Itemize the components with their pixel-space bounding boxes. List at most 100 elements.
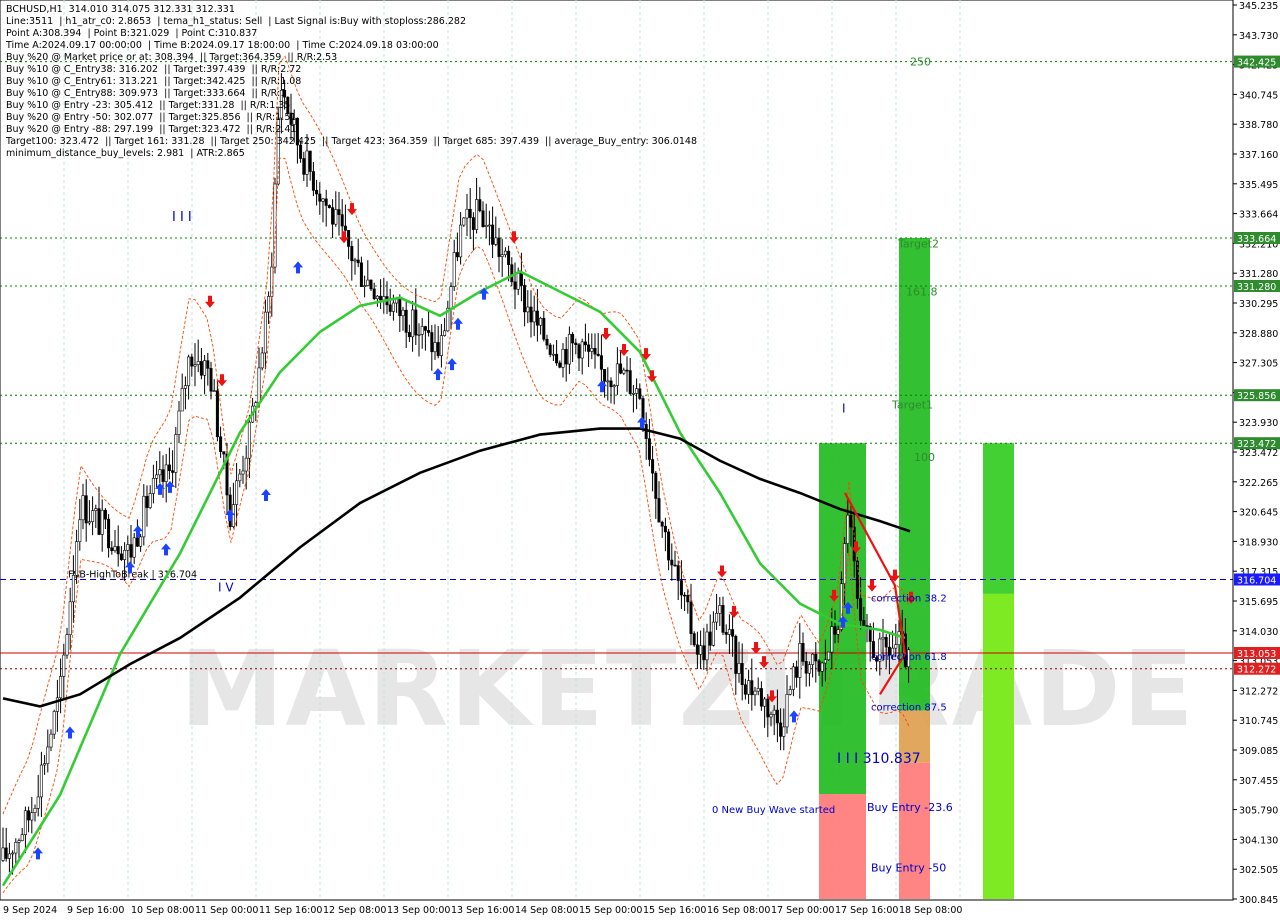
candle-body [865, 625, 869, 627]
candle-body [388, 304, 392, 312]
candle-body [491, 224, 495, 245]
candle-body [62, 654, 66, 677]
candle-body [743, 684, 747, 695]
x-tick-label: 13 Sep 00:00 [387, 905, 450, 916]
candle-body [164, 464, 168, 482]
y-tick-label: 315.695 [1239, 597, 1278, 608]
candle-body [212, 390, 216, 392]
candle-body [119, 553, 123, 560]
candle-body [750, 680, 754, 696]
info-line: Buy %20 @ Entry -50: 302.077 || Target:3… [6, 112, 297, 123]
x-tick-label: 11 Sep 16:00 [259, 905, 322, 916]
candle-body [430, 332, 434, 353]
watermark: MARKETZITRADE [180, 628, 1196, 750]
candle-body [244, 457, 248, 472]
candle-body [702, 645, 706, 661]
candle-body [139, 536, 143, 547]
candle-body [894, 644, 898, 649]
y-tick-label: 337.160 [1239, 150, 1278, 161]
candle-body [78, 519, 82, 542]
candle-body [126, 544, 130, 551]
candle-body [206, 360, 210, 369]
candle-body [526, 306, 530, 313]
x-tick-label: 10 Sep 08:00 [131, 905, 194, 916]
x-tick-label: 11 Sep 00:00 [195, 905, 258, 916]
candle-body [158, 469, 162, 476]
candle-body [68, 601, 72, 635]
candle-body [775, 709, 779, 724]
candle-body [417, 334, 421, 336]
candle-body [503, 250, 507, 256]
candle-body [222, 451, 226, 455]
candle-body [116, 546, 120, 555]
candle-body [327, 205, 331, 208]
candle-body [404, 309, 408, 333]
candle-body [449, 286, 453, 309]
candle-body [587, 344, 591, 352]
candle-body [551, 353, 555, 356]
candle-body [596, 353, 600, 356]
candle-body [676, 565, 680, 581]
candle-body [132, 537, 136, 558]
y-tick-label: 323.930 [1239, 418, 1278, 429]
candle-body [363, 285, 367, 287]
info-line: minimum_distance_buy_levels: 2.981 | ATR… [6, 148, 245, 159]
y-tick-label: 310.745 [1239, 716, 1278, 727]
candle-body [123, 549, 127, 560]
candle-body [151, 478, 155, 494]
candle-body [817, 660, 821, 672]
price-badge-label: 342.425 [1237, 58, 1276, 69]
candle-body [455, 252, 459, 258]
candle-body [580, 341, 584, 359]
candle-body [542, 317, 546, 340]
candle-body [247, 421, 251, 459]
info-line: Line:3511 | h1_atr_c0: 2.8653 | tema_h1_… [6, 16, 466, 27]
info-line: Point A:308.394 | Point B:321.029 | Poin… [6, 28, 258, 39]
candle-body [785, 694, 789, 728]
candle-body [679, 580, 683, 596]
candle-body [529, 306, 533, 323]
candle-body [670, 559, 674, 566]
x-tick-label: 17 Sep 16:00 [835, 905, 898, 916]
annotation-label: Buy Entry -23.6 [867, 801, 953, 814]
candle-body [30, 812, 34, 821]
candle-body [459, 224, 463, 258]
candle-body [827, 651, 831, 661]
candle-body [673, 564, 677, 567]
candle-body [737, 663, 741, 674]
candle-body [686, 595, 690, 603]
info-line: BCHUSD,H1 314.010 314.075 312.331 312.33… [6, 4, 235, 15]
candle-body [11, 852, 15, 855]
candle-body [129, 544, 133, 558]
candle-body [705, 631, 709, 661]
candle-body [727, 629, 731, 635]
candle-body [859, 598, 863, 621]
candle-body [46, 746, 50, 764]
candle-body [577, 344, 581, 359]
candle-body [97, 508, 101, 535]
candle-body [625, 369, 629, 372]
candle-body [855, 560, 859, 599]
candle-body [177, 410, 181, 435]
candle-body [651, 459, 655, 474]
candle-body [574, 342, 578, 345]
candle-body [747, 680, 751, 695]
candle-body [17, 840, 21, 843]
candle-body [615, 363, 619, 386]
candle-body [635, 388, 639, 394]
candle-body [433, 342, 437, 353]
info-line: Time A:2024.09.17 00:00:00 | Time B:2024… [6, 40, 439, 51]
annotation-label: correction 87.5 [871, 702, 947, 713]
annotation-label: Buy Entry -50 [871, 862, 946, 875]
candle-body [1, 847, 5, 861]
candle-body [561, 348, 565, 368]
candle-body [798, 643, 802, 678]
info-line: Buy %10 @ C_Entry61: 313.221 || Target:3… [6, 76, 302, 87]
x-tick-label: 17 Sep 00:00 [771, 905, 834, 916]
candle-body [94, 508, 98, 511]
candle-body [638, 388, 642, 399]
y-tick-label: 314.030 [1239, 627, 1278, 638]
candle-body [571, 333, 575, 344]
candle-body [161, 469, 165, 482]
candle-body [196, 361, 200, 365]
